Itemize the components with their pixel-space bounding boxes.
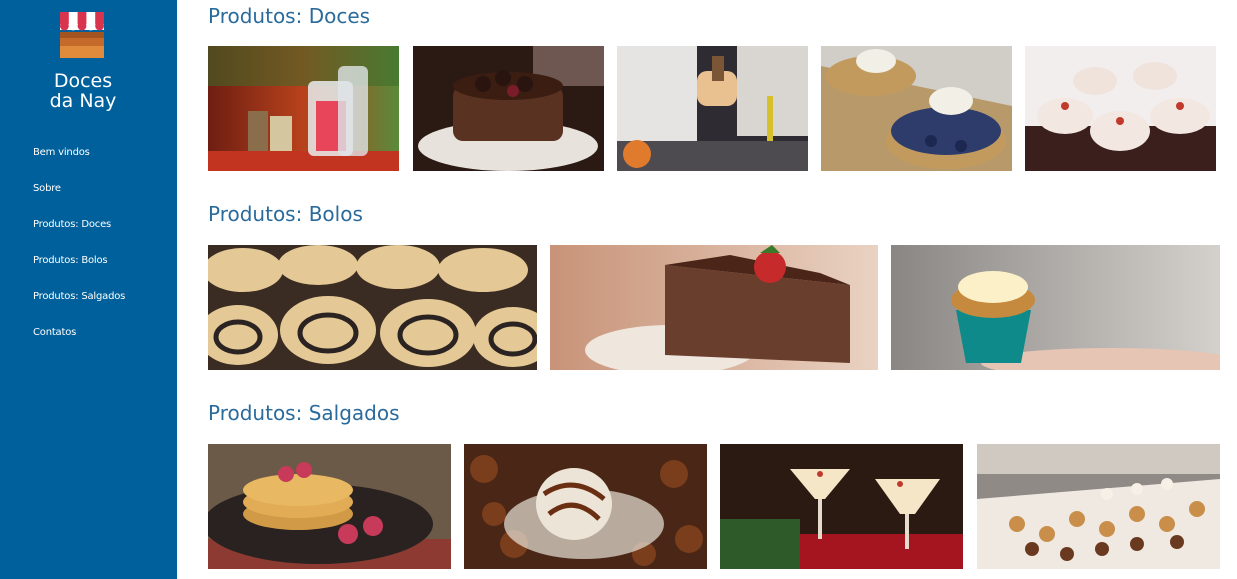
pastry-counter-photo <box>977 444 1220 569</box>
candy-jars-photo <box>208 46 399 171</box>
chef-plating-photo <box>617 46 808 171</box>
section-title-doces: Produtos: Doces <box>208 4 371 28</box>
section-title-bolos: Produtos: Bolos <box>208 202 363 226</box>
brand-title: Doces da Nay <box>49 70 117 112</box>
sweet-shop-logo-icon <box>58 10 106 58</box>
christmas-cocktails-photo <box>720 444 963 569</box>
nav-item-produtos-salgados[interactable]: Produtos: Salgados <box>33 290 125 304</box>
section-title-salgados: Produtos: Salgados <box>208 401 400 425</box>
nav-item-produtos-doces[interactable]: Produtos: Doces <box>33 218 111 232</box>
cupcakes-photo <box>1025 46 1216 171</box>
poppy-seed-rolls-photo <box>208 245 537 370</box>
sidebar-nav: Bem vindos Sobre Produtos: Doces Produto… <box>33 140 125 356</box>
cupcake-in-hand-photo <box>891 245 1220 370</box>
sidebar: Doces da Nay Bem vindos Sobre Produtos: … <box>0 0 177 579</box>
chocolate-cake-slice-photo <box>550 245 878 370</box>
pancakes-raspberries-photo <box>208 444 451 569</box>
blueberry-tart-photo <box>821 46 1012 171</box>
chocolate-coconut-dessert-photo <box>464 444 707 569</box>
nav-item-produtos-bolos[interactable]: Produtos: Bolos <box>33 254 108 268</box>
nav-item-sobre[interactable]: Sobre <box>33 182 61 196</box>
berry-cake-photo <box>413 46 604 171</box>
nav-item-contatos[interactable]: Contatos <box>33 326 76 340</box>
nav-item-bem-vindos[interactable]: Bem vindos <box>33 146 90 160</box>
